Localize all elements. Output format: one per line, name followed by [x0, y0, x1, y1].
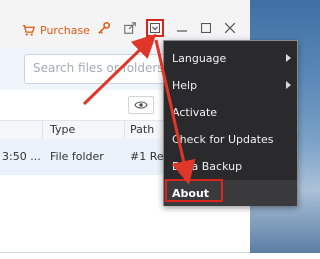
screenshot-frame: Purchase Search files or folders Type Pa…	[0, 0, 320, 259]
annotation-overlay	[82, 33, 196, 185]
annotation-arrow	[154, 39, 196, 185]
annotation-arrow	[82, 33, 157, 106]
